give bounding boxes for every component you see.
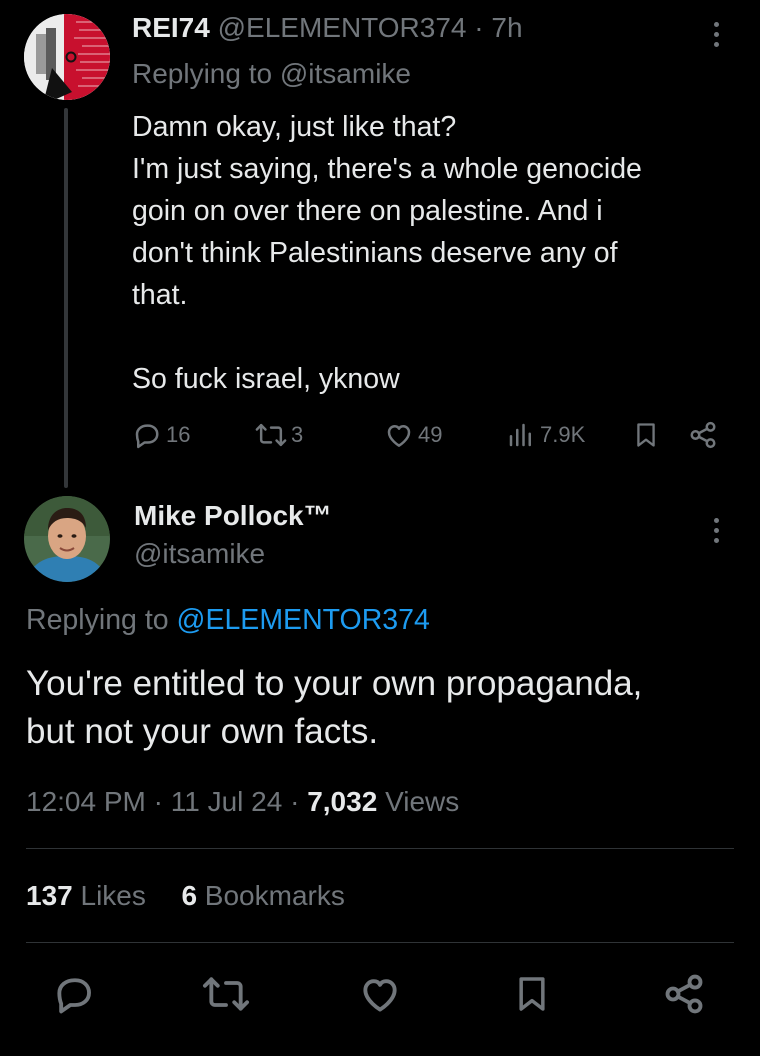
- share-icon: [690, 421, 716, 449]
- reply-replying-handle[interactable]: @itsamike: [280, 58, 411, 89]
- main-repost-button[interactable]: [202, 972, 250, 1016]
- reply-header: REI74 @ELEMENTOR374 · 7h: [132, 12, 523, 44]
- main-time[interactable]: 12:04 PM: [26, 786, 146, 817]
- share-icon: [665, 974, 703, 1014]
- divider: [26, 848, 734, 849]
- main-bookmark-button[interactable]: [512, 972, 552, 1016]
- main-replying-handle[interactable]: @ELEMENTOR374: [177, 604, 430, 636]
- views-count: 7.9K: [540, 422, 586, 447]
- main-text-line: You're entitled to your own propaganda,: [26, 664, 643, 703]
- reply-share-button[interactable]: [688, 420, 718, 450]
- reply-views-button[interactable]: 7.9K: [506, 420, 585, 450]
- views-icon: [509, 423, 531, 447]
- divider: [26, 942, 734, 943]
- main-reply-button[interactable]: [52, 972, 96, 1016]
- reply-like-button[interactable]: 49: [384, 420, 442, 450]
- reply-repost-button[interactable]: 3: [255, 420, 303, 450]
- like-icon: [387, 425, 411, 447]
- likes-label: Likes: [80, 880, 146, 911]
- likes-stat[interactable]: 137 Likes: [26, 880, 154, 911]
- reply-separator: ·: [474, 12, 484, 43]
- bookmark-icon: [637, 423, 655, 447]
- reply-time[interactable]: 7h: [491, 12, 522, 43]
- main-like-button[interactable]: [358, 972, 402, 1016]
- main-meta: 12:04 PM · 11 Jul 24 · 7,032 Views: [26, 786, 459, 818]
- reply-text: Damn okay, just like that? I'm just sayi…: [132, 106, 732, 400]
- main-handle[interactable]: @itsamike: [134, 538, 265, 570]
- reply-text-line: don't think Palestinians deserve any of: [132, 237, 618, 269]
- avatar-rei74-image: [24, 14, 110, 100]
- like-icon: [363, 979, 397, 1012]
- reply-display-name[interactable]: REI74: [132, 12, 210, 43]
- reply-text-line: goin on over there on palestine. And i: [132, 195, 603, 227]
- avatar-mike-pollock[interactable]: [24, 496, 110, 582]
- main-replying-to: Replying to @ELEMENTOR374: [26, 604, 430, 637]
- reply-text-line: So fuck israel, yknow: [132, 363, 400, 395]
- main-text: You're entitled to your own propaganda, …: [26, 660, 746, 756]
- reply-text-blank: [132, 316, 732, 358]
- reply-icon: [135, 424, 159, 449]
- reply-text-line: Damn okay, just like that?: [132, 111, 457, 143]
- repost-count: 3: [291, 422, 304, 447]
- main-date[interactable]: 11 Jul 24: [171, 786, 283, 817]
- main-text-line: but not your own facts.: [26, 712, 379, 751]
- reply-replying-to: Replying to @itsamike: [132, 58, 411, 90]
- reply-reply-button[interactable]: 16: [132, 420, 190, 450]
- reply-replying-prefix: Replying to: [132, 58, 280, 89]
- like-count: 49: [418, 422, 443, 447]
- likes-total: 137: [26, 880, 73, 911]
- main-share-button[interactable]: [662, 972, 706, 1016]
- engagement-stats: 137 Likes 6 Bookmarks: [26, 880, 345, 912]
- bookmarks-total: 6: [181, 880, 198, 911]
- avatar-rei74[interactable]: [24, 14, 110, 100]
- bookmarks-label: Bookmarks: [204, 880, 345, 911]
- reply-handle[interactable]: @ELEMENTOR374: [218, 12, 467, 43]
- reply-text-line: I'm just saying, there's a whole genocid…: [132, 153, 642, 185]
- bookmark-icon: [519, 977, 545, 1011]
- reply-bookmark-button[interactable]: [632, 420, 660, 450]
- bookmarks-stat[interactable]: 6 Bookmarks: [181, 880, 344, 911]
- main-replying-prefix: Replying to: [26, 604, 177, 636]
- thread-line: [64, 108, 68, 488]
- main-views-count: 7,032: [307, 786, 378, 817]
- main-display-name[interactable]: Mike Pollock™: [134, 500, 332, 532]
- reply-count: 16: [166, 422, 191, 447]
- main-more-icon[interactable]: [706, 518, 726, 543]
- avatar-mike-pollock-image: [24, 496, 110, 582]
- reply-more-icon[interactable]: [706, 22, 726, 47]
- repost-icon: [202, 977, 250, 1011]
- main-meta-sep: ·: [153, 786, 163, 817]
- repost-icon: [255, 423, 287, 447]
- main-views-label: Views: [385, 786, 460, 817]
- reply-text-line: that.: [132, 279, 188, 311]
- main-meta-sep: ·: [290, 786, 300, 817]
- reply-icon: [57, 978, 91, 1014]
